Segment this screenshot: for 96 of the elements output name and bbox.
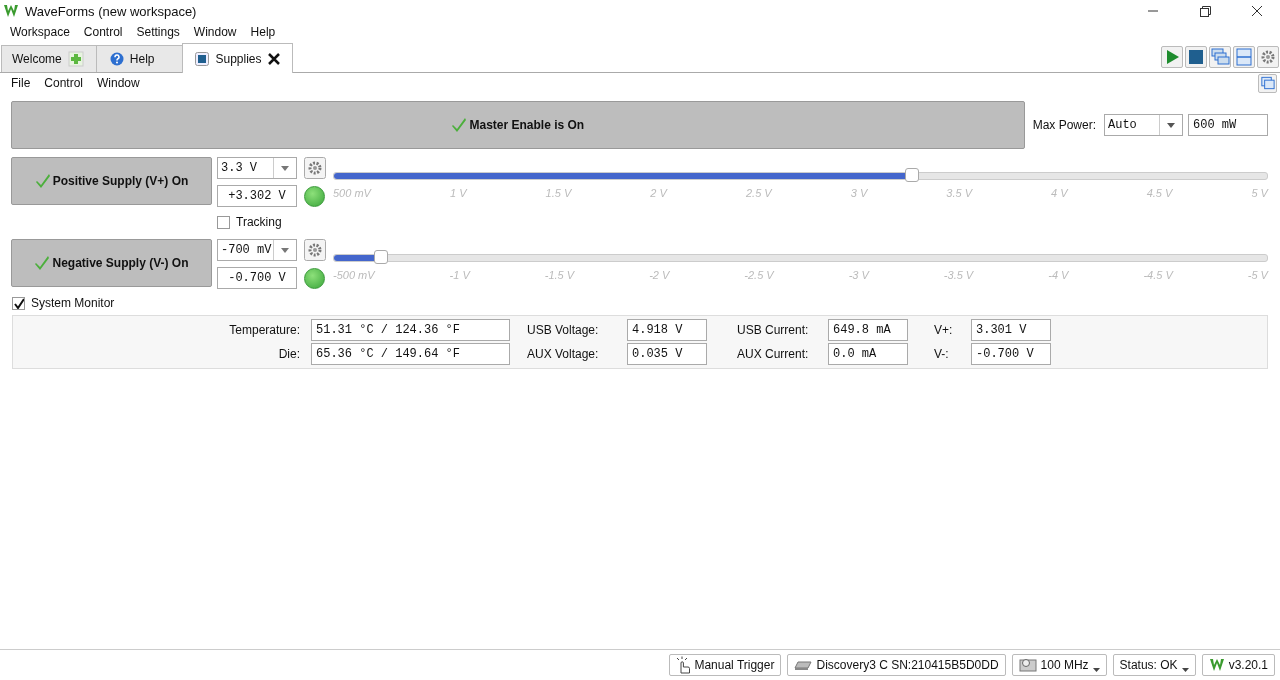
menu-item[interactable]: Settings xyxy=(136,25,180,39)
tick-label: -2.5 V xyxy=(744,269,774,281)
value-field: 65.36 °C / 149.64 °F xyxy=(311,343,510,365)
status-led xyxy=(304,267,325,289)
windows-icon[interactable] xyxy=(1258,73,1277,93)
square-icon xyxy=(195,51,210,66)
supply-button[interactable]: Positive Supply (V+) On xyxy=(11,157,212,205)
play-icon[interactable] xyxy=(1161,46,1183,68)
tick-label: -4.5 V xyxy=(1143,269,1173,281)
field-label: V-: xyxy=(933,346,950,363)
tick-label: 3.5 V xyxy=(946,187,972,199)
stop-icon[interactable] xyxy=(1185,46,1207,68)
max-power-field[interactable]: 600 mW xyxy=(1188,114,1268,136)
value-field: 649.8 mA xyxy=(828,319,908,341)
tick-label: -2 V xyxy=(649,269,670,281)
help-icon xyxy=(109,52,124,66)
check-icon xyxy=(34,254,51,272)
tick-label: -500 mV xyxy=(333,269,375,281)
tick-label: -5 V xyxy=(1247,269,1268,281)
menu-item[interactable]: Control xyxy=(44,76,84,90)
tick-label: 1 V xyxy=(450,187,467,199)
status-item[interactable]: Status: OK xyxy=(1112,654,1196,676)
check-icon xyxy=(451,116,468,134)
hand-icon xyxy=(676,656,691,674)
setpoint-dropdown[interactable]: -700 mV xyxy=(217,239,297,261)
field-label: USB Current: xyxy=(736,322,810,339)
status-led xyxy=(304,185,325,207)
menu-item[interactable]: Window xyxy=(97,76,140,90)
caret-icon xyxy=(1092,668,1100,672)
tick-label: -1 V xyxy=(449,269,470,281)
tick-label: 3 V xyxy=(850,187,868,199)
checkbox[interactable] xyxy=(217,215,230,229)
caret-icon xyxy=(1181,668,1189,672)
tick-label: 2 V xyxy=(650,187,667,199)
tick-label: -3 V xyxy=(848,269,869,281)
value-field: -0.700 V xyxy=(971,343,1051,365)
status-item[interactable]: v3.20.1 xyxy=(1201,654,1275,676)
status-item[interactable]: Manual Trigger xyxy=(669,654,782,676)
tick-label: 4.5 V xyxy=(1146,187,1173,199)
tick-label: -1.5 V xyxy=(544,269,575,281)
settings-icon[interactable] xyxy=(1257,46,1279,68)
status-item[interactable]: Discovery3 C SN:210415B5D0DD xyxy=(787,654,1006,676)
settings-icon[interactable] xyxy=(304,239,326,261)
checkbox-label: System Monitor xyxy=(31,296,115,310)
tick-label: 5 V xyxy=(1251,187,1268,199)
tick-label: 2.5 V xyxy=(745,187,772,199)
window-title: WaveForms (new workspace) xyxy=(25,3,197,19)
check-icon xyxy=(34,172,51,190)
master-enable-button[interactable]: Master Enable is On xyxy=(11,101,1025,149)
supply-button[interactable]: Negative Supply (V-) On xyxy=(11,239,212,287)
tab[interactable]: Help xyxy=(95,45,184,72)
value-field: 3.301 V xyxy=(971,319,1051,341)
reading-field: -0.700 V xyxy=(217,267,297,289)
split-icon[interactable] xyxy=(1233,46,1255,68)
reading-field: +3.302 V xyxy=(217,185,297,207)
menu-item[interactable]: Control xyxy=(83,25,123,39)
caret-icon xyxy=(281,247,289,253)
tick-label: 1.5 V xyxy=(545,187,572,199)
max-power-label: Max Power: xyxy=(1032,118,1096,132)
field-label: Temperature: xyxy=(228,322,300,339)
menu-item[interactable]: File xyxy=(11,76,31,90)
field-label: Die: xyxy=(277,346,300,363)
logo-icon xyxy=(1208,657,1225,673)
max-power-dropdown[interactable]: Auto xyxy=(1104,114,1183,136)
field-label: AUX Voltage: xyxy=(526,346,600,363)
caret-icon xyxy=(281,165,289,171)
logo-icon xyxy=(3,3,19,19)
field-label: USB Voltage: xyxy=(526,322,600,339)
field-label: AUX Current: xyxy=(736,346,810,363)
menu-item[interactable]: Window xyxy=(193,25,237,39)
setpoint-dropdown[interactable]: 3.3 V xyxy=(217,157,297,179)
tick-label: 4 V xyxy=(1051,187,1068,199)
checkbox[interactable] xyxy=(12,296,25,310)
value-field: 0.035 V xyxy=(627,343,707,365)
checkbox-label: Tracking xyxy=(236,215,282,229)
field-label: V+: xyxy=(933,322,954,339)
tick-label: -4 V xyxy=(1048,269,1069,281)
close-icon[interactable] xyxy=(267,52,280,65)
slider-handle[interactable] xyxy=(905,168,920,182)
value-field: 0.0 mA xyxy=(828,343,908,365)
settings-icon[interactable] xyxy=(304,157,326,179)
tick-label: 500 mV xyxy=(333,187,371,199)
value-field: 51.31 °C / 124.36 °F xyxy=(311,319,510,341)
tab[interactable]: Welcome xyxy=(1,45,97,72)
caret-icon xyxy=(1167,122,1175,128)
menu-item[interactable]: Workspace xyxy=(10,25,70,39)
slider-handle[interactable] xyxy=(373,250,388,264)
tab[interactable]: Supplies xyxy=(182,43,293,73)
tick-label: -3.5 V xyxy=(943,269,974,281)
menu-item[interactable]: Help xyxy=(250,25,276,39)
value-field: 4.918 V xyxy=(627,319,707,341)
clock-icon xyxy=(1018,657,1037,673)
device-icon xyxy=(794,659,813,671)
plus-icon xyxy=(67,51,84,67)
windows-icon[interactable] xyxy=(1209,46,1231,68)
status-item[interactable]: 100 MHz xyxy=(1011,654,1107,676)
